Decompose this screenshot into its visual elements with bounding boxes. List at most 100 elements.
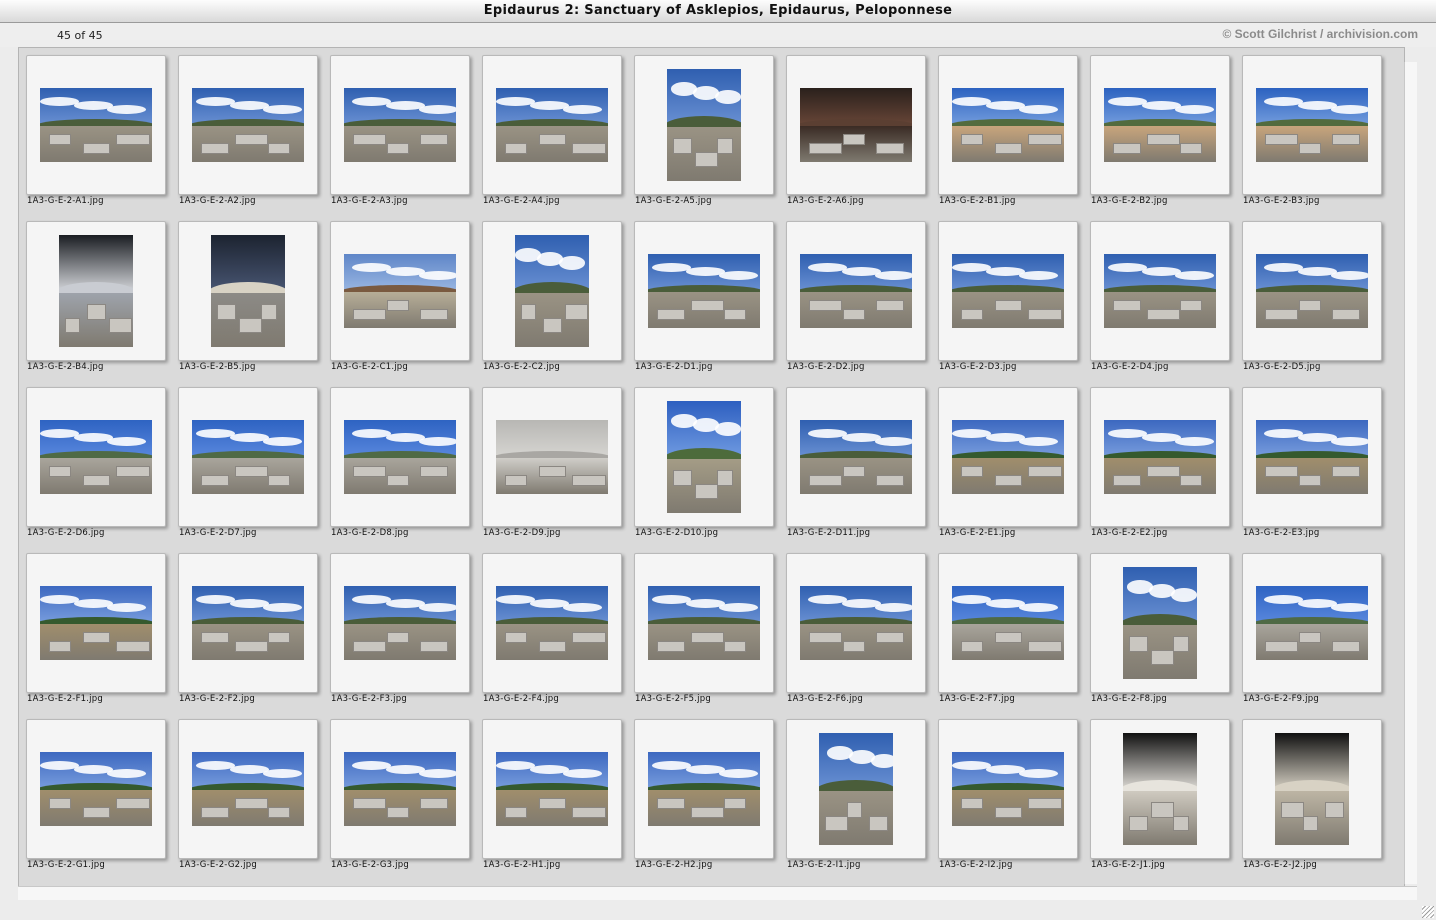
thumbnail-image[interactable] (344, 88, 456, 162)
slide-mount[interactable] (1090, 719, 1230, 859)
thumbnail-image[interactable] (1256, 420, 1368, 494)
thumbnail-image[interactable] (800, 88, 912, 162)
slide-item[interactable]: 1A3-G-E-2-F5.jpg (634, 553, 784, 713)
slide-mount[interactable] (1090, 221, 1230, 361)
slide-item[interactable]: 1A3-G-E-2-J2.jpg (1242, 719, 1392, 879)
thumbnail-image[interactable] (800, 420, 912, 494)
slide-mount[interactable] (330, 719, 470, 859)
slide-item[interactable]: 1A3-G-E-2-A4.jpg (482, 55, 632, 215)
slide-mount[interactable] (1090, 553, 1230, 693)
thumbnail-image[interactable] (952, 752, 1064, 826)
slide-item[interactable]: 1A3-G-E-2-B5.jpg (178, 221, 328, 381)
thumbnail-image[interactable] (59, 235, 133, 347)
thumbnail-image[interactable] (192, 88, 304, 162)
thumbnail-image[interactable] (40, 586, 152, 660)
slide-item[interactable]: 1A3-G-E-2-E1.jpg (938, 387, 1088, 547)
thumbnail-image[interactable] (344, 420, 456, 494)
slide-item[interactable]: 1A3-G-E-2-H1.jpg (482, 719, 632, 879)
slide-item[interactable]: 1A3-G-E-2-F9.jpg (1242, 553, 1392, 713)
thumbnail-image[interactable] (1123, 567, 1197, 679)
slide-mount[interactable] (1242, 55, 1382, 195)
slide-item[interactable]: 1A3-G-E-2-F3.jpg (330, 553, 480, 713)
slide-mount[interactable] (938, 553, 1078, 693)
slide-item[interactable]: 1A3-G-E-2-D1.jpg (634, 221, 784, 381)
slide-item[interactable]: 1A3-G-E-2-D8.jpg (330, 387, 480, 547)
slide-mount[interactable] (634, 221, 774, 361)
slide-mount[interactable] (482, 221, 622, 361)
thumbnail-image[interactable] (800, 254, 912, 328)
slide-item[interactable]: 1A3-G-E-2-F2.jpg (178, 553, 328, 713)
slide-mount[interactable] (1090, 55, 1230, 195)
slide-item[interactable]: 1A3-G-E-2-F7.jpg (938, 553, 1088, 713)
thumbnail-image[interactable] (648, 752, 760, 826)
slide-mount[interactable] (634, 553, 774, 693)
slide-item[interactable]: 1A3-G-E-2-G2.jpg (178, 719, 328, 879)
slide-mount[interactable] (938, 387, 1078, 527)
slide-mount[interactable] (26, 221, 166, 361)
horizontal-scrollbar[interactable] (18, 886, 1417, 900)
thumbnail-image[interactable] (344, 752, 456, 826)
slide-mount[interactable] (1090, 387, 1230, 527)
thumbnail-image[interactable] (496, 88, 608, 162)
slide-item[interactable]: 1A3-G-E-2-F6.jpg (786, 553, 936, 713)
slide-item[interactable]: 1A3-G-E-2-I1.jpg (786, 719, 936, 879)
resize-grip-icon[interactable] (1422, 906, 1434, 918)
thumbnail-image[interactable] (1275, 733, 1349, 845)
thumbnail-image[interactable] (40, 752, 152, 826)
thumbnail-image[interactable] (952, 254, 1064, 328)
slide-mount[interactable] (786, 221, 926, 361)
slide-mount[interactable] (178, 553, 318, 693)
slide-item[interactable]: 1A3-G-E-2-E3.jpg (1242, 387, 1392, 547)
thumbnail-image[interactable] (648, 254, 760, 328)
slide-item[interactable]: 1A3-G-E-2-G3.jpg (330, 719, 480, 879)
thumbnail-image[interactable] (1104, 254, 1216, 328)
slide-item[interactable]: 1A3-G-E-2-B2.jpg (1090, 55, 1240, 215)
thumbnail-image[interactable] (1104, 88, 1216, 162)
thumbnail-image[interactable] (952, 88, 1064, 162)
slide-item[interactable]: 1A3-G-E-2-C1.jpg (330, 221, 480, 381)
slide-mount[interactable] (1242, 553, 1382, 693)
thumbnail-image[interactable] (192, 586, 304, 660)
slide-mount[interactable] (482, 553, 622, 693)
slide-item[interactable]: 1A3-G-E-2-F4.jpg (482, 553, 632, 713)
slide-mount[interactable] (1242, 387, 1382, 527)
slide-item[interactable]: 1A3-G-E-2-F1.jpg (26, 553, 176, 713)
slide-item[interactable]: 1A3-G-E-2-I2.jpg (938, 719, 1088, 879)
slide-mount[interactable] (786, 553, 926, 693)
thumbnail-image[interactable] (648, 586, 760, 660)
slide-item[interactable]: 1A3-G-E-2-D10.jpg (634, 387, 784, 547)
slide-mount[interactable] (26, 55, 166, 195)
slide-mount[interactable] (938, 221, 1078, 361)
slide-item[interactable]: 1A3-G-E-2-A2.jpg (178, 55, 328, 215)
slide-mount[interactable] (938, 55, 1078, 195)
slide-item[interactable]: 1A3-G-E-2-E2.jpg (1090, 387, 1240, 547)
slide-mount[interactable] (330, 221, 470, 361)
slide-mount[interactable] (938, 719, 1078, 859)
slide-item[interactable]: 1A3-G-E-2-G1.jpg (26, 719, 176, 879)
slide-mount[interactable] (482, 719, 622, 859)
slide-mount[interactable] (330, 553, 470, 693)
thumbnail-image[interactable] (515, 235, 589, 347)
slide-item[interactable]: 1A3-G-E-2-D5.jpg (1242, 221, 1392, 381)
thumbnail-image[interactable] (800, 586, 912, 660)
thumbnail-image[interactable] (952, 586, 1064, 660)
slide-item[interactable]: 1A3-G-E-2-D2.jpg (786, 221, 936, 381)
slide-item[interactable]: 1A3-G-E-2-D9.jpg (482, 387, 632, 547)
slide-mount[interactable] (178, 719, 318, 859)
slide-mount[interactable] (634, 387, 774, 527)
thumbnail-image[interactable] (819, 733, 893, 845)
slide-mount[interactable] (26, 387, 166, 527)
slide-mount[interactable] (634, 55, 774, 195)
slide-mount[interactable] (330, 387, 470, 527)
thumbnail-image[interactable] (1123, 733, 1197, 845)
slide-mount[interactable] (26, 719, 166, 859)
slide-mount[interactable] (634, 719, 774, 859)
thumbnail-image[interactable] (1256, 88, 1368, 162)
slide-item[interactable]: 1A3-G-E-2-F8.jpg (1090, 553, 1240, 713)
slide-mount[interactable] (786, 387, 926, 527)
slide-mount[interactable] (178, 387, 318, 527)
slide-mount[interactable] (1242, 221, 1382, 361)
slide-item[interactable]: 1A3-G-E-2-A6.jpg (786, 55, 936, 215)
thumbnail-image[interactable] (344, 586, 456, 660)
thumbnail-image[interactable] (496, 420, 608, 494)
